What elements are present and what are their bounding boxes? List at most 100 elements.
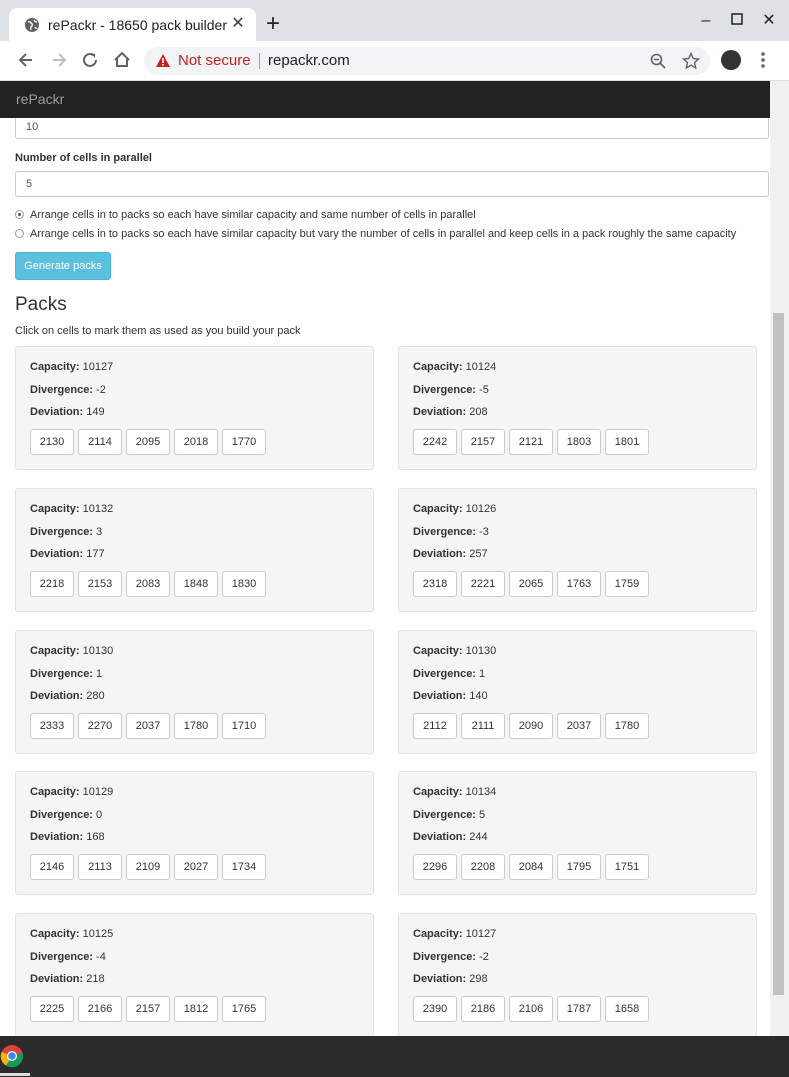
zoom-out-icon[interactable] [650,53,666,69]
cell-button[interactable]: 2221 [461,571,505,597]
cell-button[interactable]: 1710 [222,713,266,739]
home-icon[interactable] [111,49,133,71]
cell-button[interactable]: 1658 [605,996,649,1022]
profile-avatar-icon[interactable] [721,50,741,70]
pack-capacity-label: Capacity: [413,503,463,515]
cell-button[interactable]: 2113 [78,854,122,880]
scrollbar[interactable] [770,81,789,1036]
pack-deviation-label: Deviation: [413,973,467,985]
cell-button[interactable]: 2333 [30,713,74,739]
cell-button[interactable]: 2037 [557,713,601,739]
cell-button[interactable]: 1759 [605,571,649,597]
cell-button[interactable]: 2109 [126,854,170,880]
cell-button[interactable]: 2090 [509,713,553,739]
cell-button[interactable]: 2106 [509,996,553,1022]
tab-title: rePackr - 18650 pack builder [48,17,227,33]
url-text[interactable]: repackr.com [268,52,350,69]
generate-packs-button[interactable]: Generate packs [15,252,111,280]
pack-deviation: Deviation: 208 [413,406,488,418]
pack-deviation-value: 298 [469,973,488,985]
maximize-icon[interactable] [726,10,748,32]
cell-button[interactable]: 2121 [509,429,553,455]
cell-button[interactable]: 2270 [78,713,122,739]
pack-divergence: Divergence: 3 [30,526,102,538]
cell-button[interactable]: 1848 [174,571,218,597]
pack-card: Capacity: 10134 Divergence: 5 Deviation: 2… [398,771,757,895]
pack-divergence-value: 1 [479,668,486,680]
cell-button[interactable]: 1787 [557,996,601,1022]
window-close-icon[interactable]: ✕ [758,10,780,32]
cell-button[interactable]: 2186 [461,996,505,1022]
cell-button[interactable]: 2083 [126,571,170,597]
cell-button[interactable]: 2166 [78,996,122,1022]
option-vary-parallel[interactable]: Arrange cells in to packs so each have s… [15,228,736,240]
warning-icon[interactable] [155,53,171,69]
chrome-icon[interactable] [0,1044,24,1068]
cell-button[interactable]: 1830 [222,571,266,597]
cell-button[interactable]: 1812 [174,996,218,1022]
cell-button[interactable]: 1780 [605,713,649,739]
browser-tab[interactable]: rePackr - 18650 pack builder ✕ [9,8,256,41]
cell-button[interactable]: 2065 [509,571,553,597]
cell-button[interactable]: 2296 [413,854,457,880]
cell-button[interactable]: 2112 [413,713,457,739]
pack-cells: 2112 2111 2090 2037 1780 [413,713,653,739]
cell-button[interactable]: 2084 [509,854,553,880]
back-icon[interactable] [15,49,37,71]
pack-divergence: Divergence: -5 [413,384,489,396]
pack-capacity-value: 10125 [82,928,114,940]
cell-button[interactable]: 2095 [126,429,170,455]
cell-button[interactable]: 2114 [78,429,122,455]
forward-icon[interactable] [48,49,70,71]
minimize-icon[interactable]: – [695,10,717,32]
cell-button[interactable]: 2318 [413,571,457,597]
scrollbar-thumb[interactable] [773,313,784,995]
cell-button[interactable]: 2037 [126,713,170,739]
cell-button[interactable]: 2027 [174,854,218,880]
pack-deviation: Deviation: 140 [413,690,488,702]
pack-card: Capacity: 10132 Divergence: 3 Deviation: 1… [15,488,374,612]
cell-button[interactable]: 1801 [605,429,649,455]
pack-capacity: Capacity: 10132 [30,503,113,515]
cell-button[interactable]: 2146 [30,854,74,880]
cell-button[interactable]: 2218 [30,571,74,597]
menu-dots-icon[interactable] [756,50,770,70]
cell-button[interactable]: 2390 [413,996,457,1022]
cell-button[interactable]: 2225 [30,996,74,1022]
radio-same-parallel[interactable] [15,209,24,219]
series-count-input[interactable]: 10 [15,117,769,139]
option-same-parallel[interactable]: Arrange cells in to packs so each have s… [15,209,476,221]
cell-button[interactable]: 2208 [461,854,505,880]
reload-icon[interactable] [79,49,101,71]
radio-vary-parallel[interactable] [15,228,24,238]
pack-divergence: Divergence: -3 [413,526,489,538]
cell-button[interactable]: 1734 [222,854,266,880]
pack-divergence: Divergence: -4 [30,951,106,963]
cell-button[interactable]: 2157 [461,429,505,455]
option-same-parallel-label: Arrange cells in to packs so each have s… [30,209,476,221]
cell-button[interactable]: 1763 [557,571,601,597]
close-tab-icon[interactable]: ✕ [229,15,247,33]
cell-button[interactable]: 1803 [557,429,601,455]
new-tab-icon[interactable]: + [262,12,284,36]
parallel-count-input[interactable]: 5 [15,171,769,197]
cell-button[interactable]: 1751 [605,854,649,880]
cell-button[interactable]: 1795 [557,854,601,880]
brand-link[interactable]: rePackr [16,91,64,107]
cell-button[interactable]: 2018 [174,429,218,455]
cell-button[interactable]: 2130 [30,429,74,455]
packs-instructions: Click on cells to mark them as used as y… [15,325,301,337]
address-bar[interactable]: Not secure repackr.com [144,47,710,75]
cell-button[interactable]: 2111 [461,713,505,739]
cell-button[interactable]: 1770 [222,429,266,455]
cell-button[interactable]: 1765 [222,996,266,1022]
pack-divergence-label: Divergence: [30,668,93,680]
cell-button[interactable]: 1780 [174,713,218,739]
omnibox-divider [259,53,260,69]
pack-capacity: Capacity: 10130 [30,645,113,657]
cell-button[interactable]: 2157 [126,996,170,1022]
cell-button[interactable]: 2153 [78,571,122,597]
bookmark-star-icon[interactable] [682,52,700,70]
cell-button[interactable]: 2242 [413,429,457,455]
security-label[interactable]: Not secure [178,52,251,69]
